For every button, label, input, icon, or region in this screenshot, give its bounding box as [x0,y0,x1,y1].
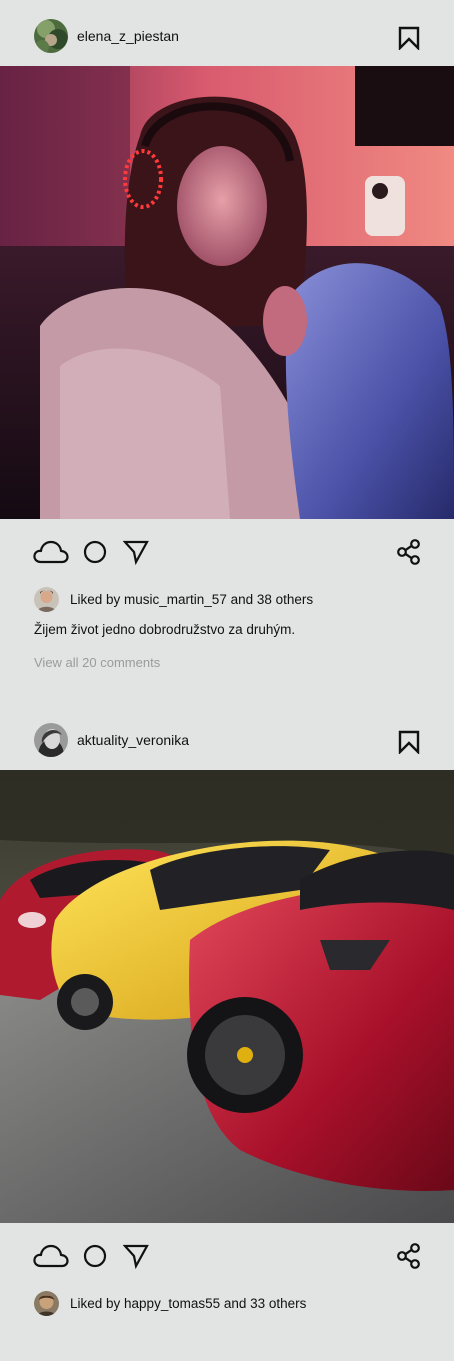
share-icon[interactable] [397,539,421,570]
cloud-icon[interactable] [33,539,69,570]
post-image[interactable] [0,66,454,519]
post-actions [0,519,454,585]
bookmark-icon[interactable] [398,730,420,755]
share-icon[interactable] [397,1243,421,1274]
likes-row: Liked by music_martin_57 and 38 others [0,585,454,615]
avatar[interactable] [34,587,59,612]
likes-row: Liked by happy_tomas55 and 33 others [0,1289,454,1319]
sports-cars-photo [0,770,454,1223]
send-arrow-icon[interactable] [122,1243,149,1274]
post-image[interactable] [0,770,454,1223]
avatar[interactable] [34,1291,59,1316]
caption: Žijem život jedno dobrodružstvo za druhý… [34,622,296,637]
send-arrow-icon[interactable] [122,539,149,570]
cloud-icon[interactable] [33,1243,69,1274]
circle-icon[interactable] [83,539,107,570]
portrait-photo [0,66,454,519]
post-header: aktuality_veronika [0,706,454,772]
likes-text: Liked by happy_tomas55 and 33 others [70,1296,307,1311]
avatar[interactable] [34,723,68,757]
feed: elena_z_piestan Liked by music_martin_57… [0,0,454,1361]
view-comments-link[interactable]: View all 20 comments [34,653,160,673]
username[interactable]: elena_z_piestan [77,2,179,70]
likes-text: Liked by music_martin_57 and 38 others [70,592,314,607]
circle-icon[interactable] [83,1243,107,1274]
avatar[interactable] [34,19,68,53]
post-actions [0,1223,454,1289]
bookmark-icon[interactable] [398,26,420,51]
username[interactable]: aktuality_veronika [77,706,189,774]
post-header: elena_z_piestan [0,2,454,68]
